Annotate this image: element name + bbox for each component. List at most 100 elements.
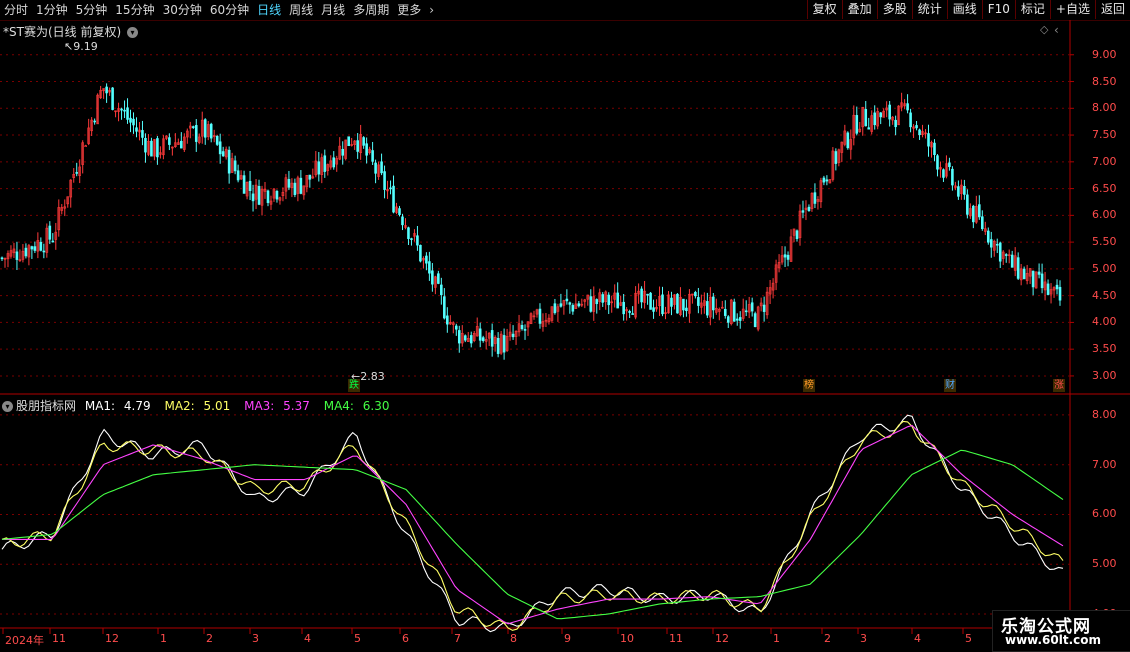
candle-body (180, 140, 183, 149)
candle-body (0, 257, 4, 260)
high-price-marker: ↖9.19 (64, 40, 98, 53)
candle-body (168, 137, 171, 145)
candle-body (553, 303, 557, 314)
candle-body (93, 120, 96, 123)
candle-body (111, 87, 114, 110)
candle-body (942, 169, 945, 178)
indicator-tick-label: 7.00 (1092, 457, 1117, 471)
candle-body (365, 143, 368, 156)
candle-body (753, 313, 757, 328)
candle-body (443, 296, 446, 319)
candle-body (981, 216, 984, 230)
candle-body (682, 298, 685, 311)
candle-body (15, 251, 19, 260)
event-annotation[interactable]: 榜 (803, 379, 815, 392)
candle-body (463, 335, 467, 341)
price-tick-label: 3.50 (1092, 342, 1117, 356)
candle-body (951, 168, 954, 186)
candle-body (1055, 284, 1059, 290)
date-tick-label: 6 (402, 632, 409, 645)
candle-body (431, 270, 434, 285)
candle-body (236, 170, 240, 181)
candle-body (478, 328, 482, 341)
date-tick-label: 4 (914, 632, 921, 645)
event-annotation[interactable]: 财 (944, 379, 956, 392)
date-tick-label: 5 (965, 632, 972, 645)
candle-body (24, 247, 28, 257)
candle-body (30, 246, 34, 250)
candle-body (123, 109, 126, 112)
candle-body (150, 140, 153, 157)
ma3-legend: MA3: 5.37 (244, 399, 310, 413)
candle-body (523, 329, 527, 331)
candle-body (628, 311, 631, 313)
candle-body (496, 337, 500, 354)
candle-body (410, 238, 413, 240)
candle-body (640, 288, 643, 303)
indicator-line-ma3 (2, 424, 1064, 625)
indicator-line-ma4 (1, 449, 1064, 620)
candle-body (631, 313, 634, 315)
price-tick-label: 6.50 (1092, 181, 1117, 195)
candle-body (511, 333, 515, 338)
candle-body (726, 316, 730, 323)
price-tick-label: 6.00 (1092, 208, 1117, 222)
candle-body (299, 177, 303, 194)
candle-body (446, 315, 449, 325)
candle-body (398, 208, 401, 215)
candle-body (428, 261, 431, 274)
date-tick-label: 12 (105, 632, 119, 645)
candle-body (995, 243, 999, 246)
candle-body (918, 129, 921, 136)
candle-body (454, 325, 458, 330)
candle-body (457, 330, 461, 344)
candle-body (39, 241, 43, 251)
date-tick-label: 1 (160, 632, 167, 645)
candle-body (132, 118, 135, 126)
candle-body (948, 162, 951, 168)
candle-body (873, 112, 877, 126)
candle-body (966, 194, 969, 215)
indicator-line-ma1 (1, 414, 1064, 633)
event-annotation[interactable]: 涨 (1053, 379, 1065, 392)
candle-body (801, 210, 805, 213)
low-price-marker: ←2.83 (351, 370, 385, 383)
candle-body (42, 250, 46, 253)
candle-body (440, 284, 443, 296)
candle-body (783, 254, 787, 258)
price-tick-label: 8.00 (1092, 101, 1117, 115)
candle-body (356, 140, 359, 152)
candle-body (855, 115, 859, 134)
candle-body (144, 137, 147, 153)
ma2-legend: MA2: 5.01 (164, 399, 231, 413)
price-tick-label: 7.00 (1092, 154, 1117, 168)
candle-body (332, 157, 336, 168)
chevron-down-icon[interactable]: ▾ (2, 401, 13, 412)
candle-body (601, 294, 605, 303)
candle-body (126, 107, 129, 120)
candle-body (215, 135, 219, 145)
candle-body (383, 171, 386, 190)
candle-body (209, 123, 213, 139)
candle-body (105, 86, 108, 94)
candle-body (909, 112, 912, 128)
date-tick-label: 12 (715, 632, 729, 645)
candle-body (998, 242, 1002, 262)
price-tick-label: 9.00 (1092, 47, 1117, 61)
candle-body (120, 108, 123, 111)
candle-body (963, 186, 966, 195)
candle-body (867, 127, 871, 130)
kline-chart[interactable] (0, 0, 1130, 650)
candle-body (374, 162, 377, 174)
date-tick-label: 2 (824, 632, 831, 645)
candle-body (577, 303, 581, 307)
candle-body (221, 151, 225, 157)
candle-body (565, 298, 569, 302)
candle-body (972, 205, 975, 223)
candle-body (1022, 268, 1026, 280)
candle-body (607, 294, 611, 306)
watermark-url: www.60lt.com (1005, 633, 1102, 647)
candle-body (1016, 257, 1020, 279)
candle-body (1010, 254, 1014, 268)
candle-body (401, 216, 404, 226)
